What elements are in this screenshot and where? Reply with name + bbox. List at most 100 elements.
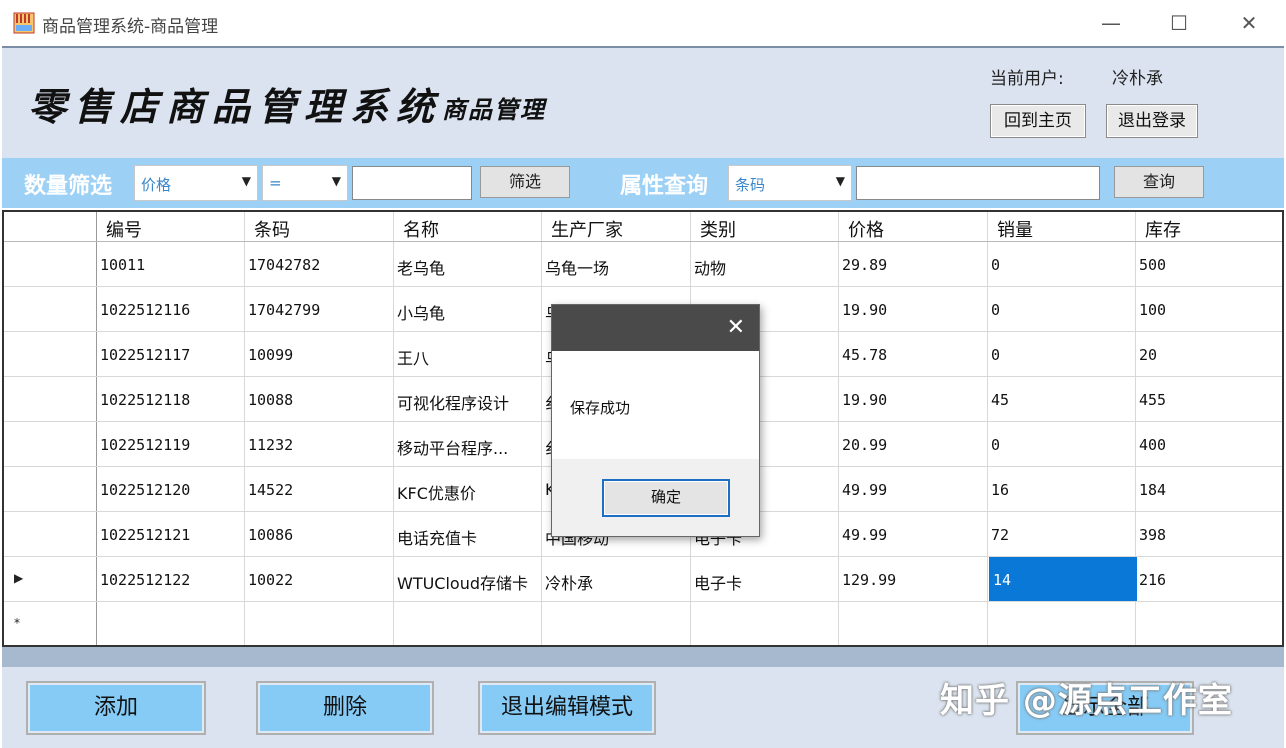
cell-barcode[interactable]: 17042799 [248,301,320,319]
column-header-manufacturer[interactable]: 生产厂家 [551,216,623,242]
dropdown-arrow-icon: ▼ [241,174,251,188]
cell-id[interactable]: 1022512116 [100,301,190,319]
table-row[interactable]: ▶ 1022512122 10022 WTUCloud存储卡 冷朴承 电子卡 129.99 1… [4,557,1282,602]
grid-header: 编号 条码 名称 生产厂家 类别 价格 销量 库存 [4,212,1282,242]
minimize-button[interactable]: — [1088,8,1134,38]
cell-name[interactable]: WTUCloud存储卡 [397,570,528,594]
cell-stock[interactable]: 184 [1139,481,1166,499]
column-header-category[interactable]: 类别 [700,216,736,242]
dialog-title-bar: ✕ [552,305,759,351]
system-logo-subtitle: 商品管理 [442,95,546,124]
selected-cell[interactable]: 14 [989,557,1137,601]
current-user-label: 当前用户: [990,69,1064,89]
filter-operator-select[interactable]: = ▼ [262,165,348,201]
cell-price[interactable]: 129.99 [842,571,896,589]
cell-id[interactable]: 1022512120 [100,481,190,499]
cell-name[interactable]: 移动平台程序... [397,435,508,459]
home-button[interactable]: 回到主页 [990,104,1086,138]
cell-sales[interactable]: 16 [991,481,1009,499]
title-bar: 商品管理系统-商品管理 — ☐ ✕ [0,0,1286,46]
filter-field-select[interactable]: 价格 ▼ [134,165,258,201]
cell-stock[interactable]: 400 [1139,436,1166,454]
footer-toolbar: 添加 删除 退出编辑模式 显示全部 知乎 @源点工作室 [2,667,1284,748]
dialog-close-icon[interactable]: ✕ [727,315,745,340]
attribute-query-label: 属性查询 [620,174,709,199]
filter-button[interactable]: 筛选 [480,166,570,198]
cell-id[interactable]: 10011 [100,256,145,274]
cell-category[interactable]: 电子卡 [694,570,742,594]
column-header-id[interactable]: 编号 [106,216,142,242]
column-header-stock[interactable]: 库存 [1145,216,1181,242]
cell-id[interactable]: 1022512118 [100,391,190,409]
attribute-select-value: 条码 [735,176,766,194]
cell-sales[interactable]: 0 [991,346,1000,364]
system-logo-title: 零售店商品管理系统 [28,84,443,129]
cell-stock[interactable]: 20 [1139,346,1157,364]
cell-price[interactable]: 49.99 [842,526,887,544]
cell-manufacturer[interactable]: 冷朴承 [545,570,593,594]
column-header-barcode[interactable]: 条码 [254,216,290,242]
exit-edit-mode-button[interactable]: 退出编辑模式 [478,681,656,735]
filter-bar: 数量筛选 价格 ▼ = ▼ 筛选 属性查询 条码 ▼ 查询 [2,158,1284,208]
cell-barcode[interactable]: 10088 [248,391,293,409]
table-row[interactable]: 10011 17042782 老乌龟 乌龟一场 动物 29.89 0 500 [4,242,1282,287]
cell-stock[interactable]: 216 [1139,571,1166,589]
attribute-select[interactable]: 条码 ▼ [728,165,852,201]
cell-sales[interactable]: 0 [991,301,1000,319]
cell-barcode[interactable]: 10099 [248,346,293,364]
column-header-name[interactable]: 名称 [403,216,439,242]
new-row[interactable]: * [4,602,1282,647]
cell-name[interactable]: 老乌龟 [397,255,445,279]
cell-id[interactable]: 1022512122 [100,571,190,589]
column-header-sales[interactable]: 销量 [997,216,1033,242]
cell-price[interactable]: 45.78 [842,346,887,364]
new-row-marker: * [14,616,20,630]
dialog-message: 保存成功 [570,399,631,417]
cell-sales[interactable]: 0 [991,436,1000,454]
cell-name[interactable]: KFC优惠价 [397,480,476,504]
attribute-query-input[interactable] [856,166,1100,200]
cell-sales[interactable]: 45 [991,391,1009,409]
cell-price[interactable]: 49.99 [842,481,887,499]
cell-name[interactable]: 小乌龟 [397,300,445,324]
cell-category[interactable]: 动物 [694,255,726,279]
dropdown-arrow-icon: ▼ [835,174,845,188]
cell-stock[interactable]: 100 [1139,301,1166,319]
cell-sales: 14 [993,571,1012,589]
cell-stock[interactable]: 398 [1139,526,1166,544]
cell-stock[interactable]: 500 [1139,256,1166,274]
cell-id[interactable]: 1022512121 [100,526,190,544]
watermark: 知乎 @源点工作室 [940,681,1233,721]
cell-barcode[interactable]: 11232 [248,436,293,454]
logout-button[interactable]: 退出登录 [1106,104,1198,138]
cell-barcode[interactable]: 14522 [248,481,293,499]
filter-value-input[interactable] [352,166,472,200]
query-button[interactable]: 查询 [1114,166,1204,198]
cell-name[interactable]: 可视化程序设计 [397,390,509,414]
dialog-body: 保存成功 [552,351,759,459]
cell-price[interactable]: 20.99 [842,436,887,454]
cell-barcode[interactable]: 17042782 [248,256,320,274]
cell-price[interactable]: 19.90 [842,391,887,409]
close-window-button[interactable]: ✕ [1226,8,1272,38]
cell-sales[interactable]: 0 [991,256,1000,274]
cell-price[interactable]: 29.89 [842,256,887,274]
delete-button[interactable]: 删除 [256,681,434,735]
app-icon [13,12,35,34]
cell-price[interactable]: 19.90 [842,301,887,319]
cell-manufacturer[interactable]: 乌龟一场 [545,255,609,279]
dropdown-arrow-icon: ▼ [331,174,341,188]
filter-operator-value: = [269,174,282,192]
cell-name[interactable]: 王八 [397,345,429,369]
cell-sales[interactable]: 72 [991,526,1009,544]
cell-id[interactable]: 1022512117 [100,346,190,364]
cell-stock[interactable]: 455 [1139,391,1166,409]
cell-id[interactable]: 1022512119 [100,436,190,454]
add-button[interactable]: 添加 [26,681,206,735]
cell-barcode[interactable]: 10086 [248,526,293,544]
column-header-price[interactable]: 价格 [848,216,884,242]
cell-name[interactable]: 电话充值卡 [397,525,477,549]
dialog-ok-button[interactable]: 确定 [602,479,730,517]
cell-barcode[interactable]: 10022 [248,571,293,589]
maximize-button[interactable]: ☐ [1156,8,1202,38]
